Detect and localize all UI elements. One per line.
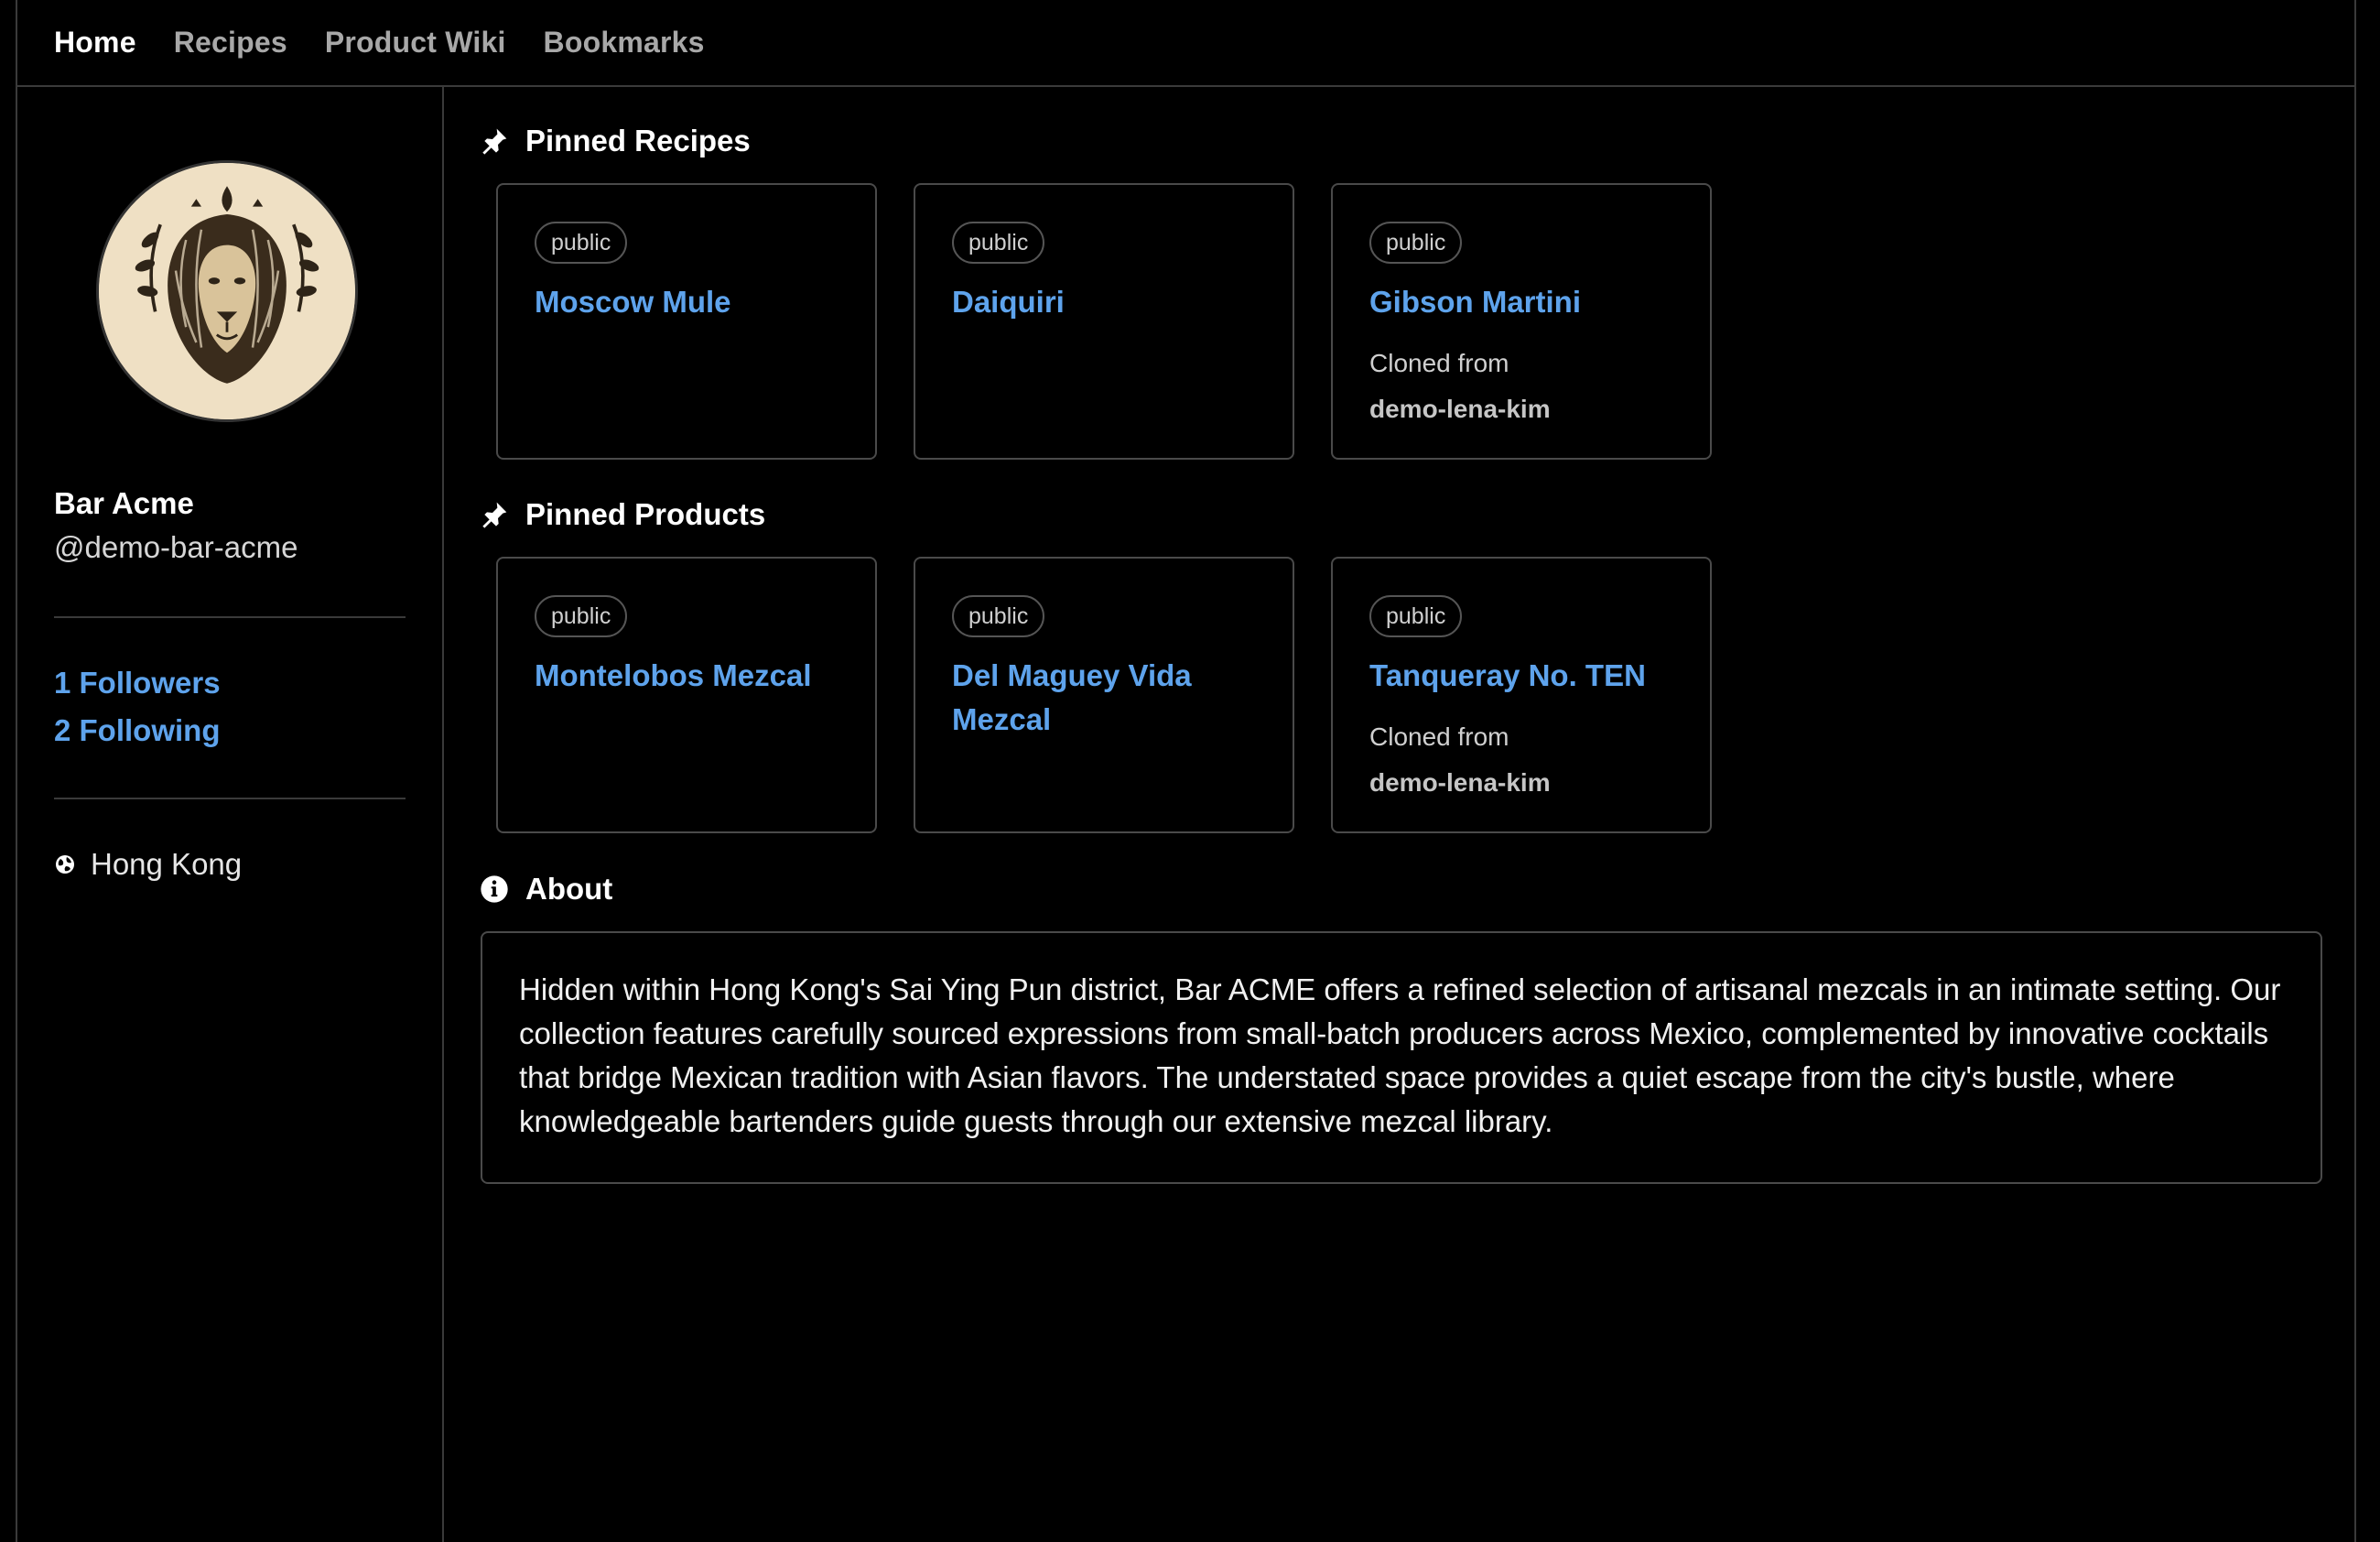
product-card[interactable]: public Tanqueray No. TEN Cloned from dem… (1331, 557, 1712, 833)
info-icon (481, 875, 508, 903)
cloned-from: Cloned from demo-lena-kim (1369, 714, 1551, 806)
product-title-link[interactable]: Tanqueray No. TEN (1369, 654, 1682, 698)
product-card[interactable]: public Del Maguey Vida Mezcal (914, 557, 1294, 833)
pinned-products-heading: Pinned Products (480, 497, 765, 532)
pin-icon (482, 502, 507, 528)
main-content: Pinned Recipes public Moscow Mule public… (444, 87, 2354, 1542)
pin-icon (482, 128, 507, 155)
visibility-badge: public (535, 595, 628, 637)
about-text: Hidden within Hong Kong's Sai Ying Pun d… (481, 931, 2322, 1184)
cloned-from-user[interactable]: demo-lena-kim (1369, 768, 1551, 797)
product-card[interactable]: public Montelobos Mezcal (496, 557, 877, 833)
recipe-card[interactable]: public Gibson Martini Cloned from demo-l… (1331, 183, 1712, 460)
pinned-recipes-title: Pinned Recipes (525, 124, 751, 157)
nav-bookmarks[interactable]: Bookmarks (544, 26, 705, 60)
app-frame: Home Recipes Product Wiki Bookmarks Bar … (16, 0, 2356, 1542)
pinned-recipes-heading: Pinned Recipes (480, 124, 751, 158)
visibility-badge: public (535, 222, 628, 264)
profile-name: Bar Acme (54, 486, 194, 520)
location-label: Hong Kong (91, 847, 243, 881)
visibility-badge: public (1369, 222, 1463, 264)
location: Hong Kong (54, 847, 242, 882)
recipe-title-link[interactable]: Moscow Mule (535, 280, 848, 324)
visibility-badge: public (952, 222, 1045, 264)
top-nav: Home Recipes Product Wiki Bookmarks (17, 0, 2354, 87)
recipe-card[interactable]: public Daiquiri (914, 183, 1294, 460)
cloned-from-user[interactable]: demo-lena-kim (1369, 395, 1551, 423)
nav-product-wiki[interactable]: Product Wiki (325, 26, 506, 60)
cloned-from-label: Cloned from (1369, 349, 1509, 377)
profile-sidebar: Bar Acme @demo-bar-acme 1 Followers 2 Fo… (17, 87, 444, 1542)
visibility-badge: public (952, 595, 1045, 637)
cloned-from: Cloned from demo-lena-kim (1369, 341, 1551, 432)
visibility-badge: public (1369, 595, 1463, 637)
profile-handle: @demo-bar-acme (54, 530, 298, 564)
recipe-card[interactable]: public Moscow Mule (496, 183, 877, 460)
followers-link[interactable]: 1 Followers (54, 666, 221, 700)
sidebar-divider (54, 616, 406, 618)
nav-recipes[interactable]: Recipes (174, 26, 287, 60)
pinned-products-title: Pinned Products (525, 497, 766, 531)
recipe-title-link[interactable]: Daiquiri (952, 280, 1265, 324)
following-link[interactable]: 2 Following (54, 713, 220, 748)
recipe-title-link[interactable]: Gibson Martini (1369, 280, 1682, 324)
cloned-from-label: Cloned from (1369, 722, 1509, 751)
product-title-link[interactable]: Del Maguey Vida Mezcal (952, 654, 1265, 742)
about-heading: About (480, 872, 612, 907)
lion-logo-icon (99, 163, 355, 419)
nav-home[interactable]: Home (54, 26, 136, 60)
globe-icon (56, 855, 74, 874)
sidebar-divider (54, 798, 406, 799)
avatar (96, 160, 358, 422)
about-title: About (525, 872, 613, 906)
product-title-link[interactable]: Montelobos Mezcal (535, 654, 848, 698)
